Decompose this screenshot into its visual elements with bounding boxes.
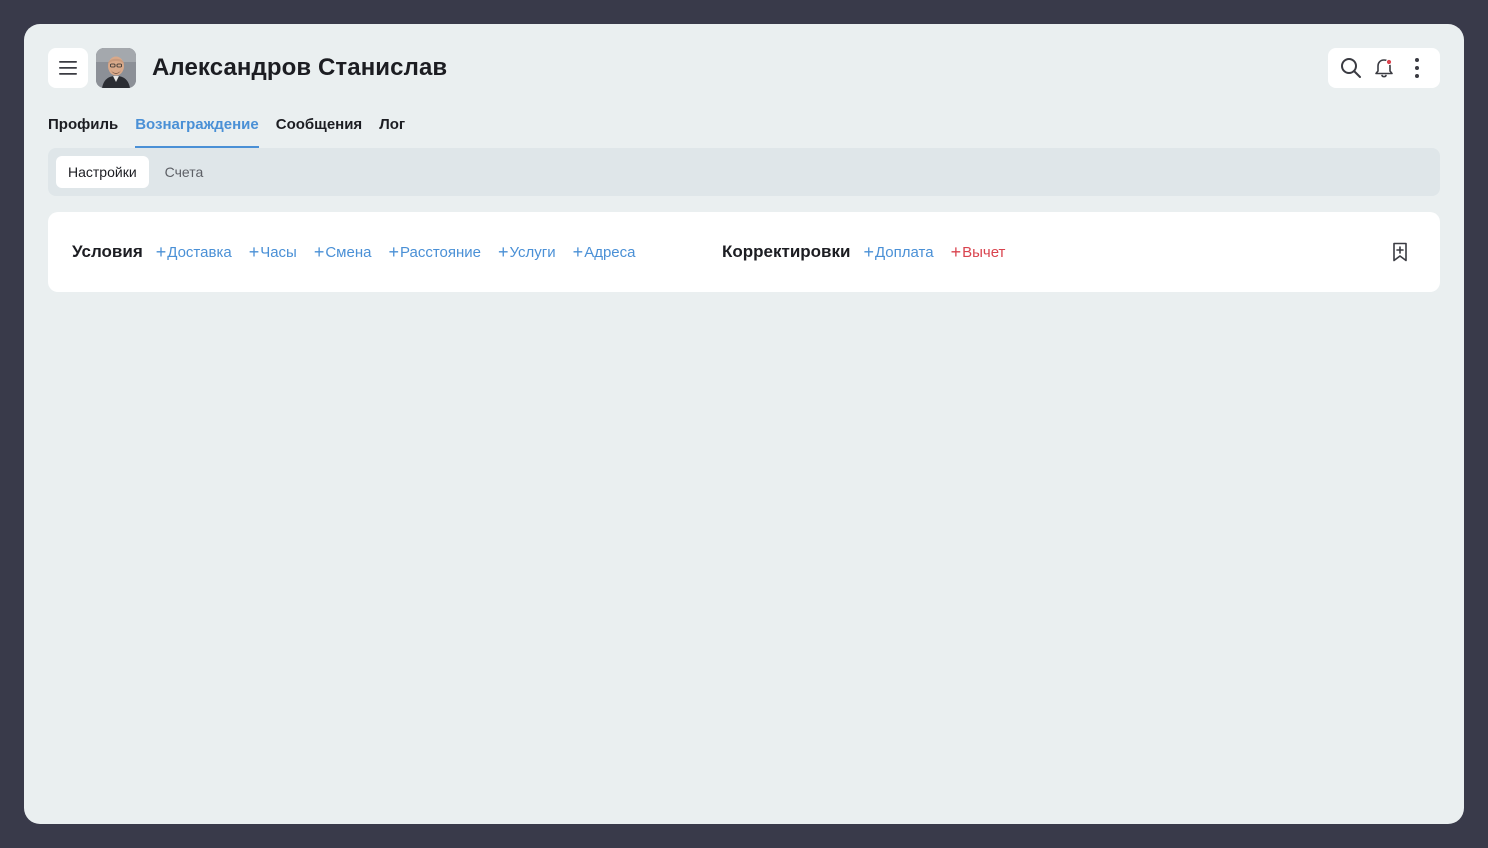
- plus-icon: +: [248, 242, 260, 262]
- add-hours-label: Часы: [260, 243, 297, 261]
- bookmark-add-icon: [1393, 242, 1407, 262]
- main-tabs: Профиль Вознаграждение Сообщения Лог: [48, 112, 405, 148]
- subtab-settings[interactable]: Настройки: [56, 156, 149, 188]
- bell-icon: [1375, 58, 1393, 78]
- user-photo-icon: [96, 48, 136, 88]
- notifications-button[interactable]: [1370, 54, 1398, 82]
- plus-icon: +: [863, 242, 874, 262]
- tab-messages[interactable]: Сообщения: [276, 112, 362, 148]
- add-delivery-button[interactable]: + Доставка: [156, 243, 232, 261]
- add-surcharge-label: Доплата: [874, 243, 934, 261]
- adjustments-title: Корректировки: [722, 242, 851, 261]
- add-services-button[interactable]: + Услуги: [498, 243, 556, 261]
- tab-profile[interactable]: Профиль: [48, 112, 118, 148]
- add-services-label: Услуги: [509, 243, 556, 261]
- hamburger-icon: [59, 61, 77, 75]
- add-distance-button[interactable]: + Расстояние: [388, 243, 481, 261]
- add-shift-button[interactable]: + Смена: [314, 243, 372, 261]
- add-surcharge-button[interactable]: + Доплата: [863, 243, 933, 261]
- tab-reward[interactable]: Вознаграждение: [135, 112, 259, 148]
- subtab-invoices[interactable]: Счета: [153, 156, 216, 188]
- bookmark-add-button[interactable]: [1388, 240, 1412, 264]
- add-deduction-button[interactable]: + Вычет: [951, 243, 1006, 261]
- plus-icon: +: [498, 242, 509, 262]
- conditions-group: Условия + Доставка + Часы + Смена + Расс…: [72, 212, 652, 292]
- plus-icon: +: [388, 242, 399, 262]
- add-shift-label: Смена: [325, 243, 372, 261]
- more-button[interactable]: [1403, 54, 1431, 82]
- page-title: Александров Станислав: [152, 54, 448, 81]
- add-distance-label: Расстояние: [399, 243, 482, 261]
- settings-panel: Условия + Доставка + Часы + Смена + Расс…: [48, 212, 1440, 292]
- add-hours-button[interactable]: + Часы: [249, 243, 297, 261]
- plus-icon: +: [950, 242, 962, 262]
- menu-button[interactable]: [48, 48, 88, 88]
- subtabs: Настройки Счета: [48, 148, 1440, 196]
- plus-icon: +: [572, 242, 584, 262]
- tab-log[interactable]: Лог: [379, 112, 405, 148]
- search-icon: [1340, 58, 1361, 78]
- add-addresses-button[interactable]: + Адреса: [573, 243, 636, 261]
- plus-icon: +: [313, 242, 325, 262]
- search-button[interactable]: [1337, 54, 1365, 82]
- plus-icon: +: [155, 242, 167, 262]
- adjustments-group: Корректировки + Доплата + Вычет: [722, 212, 1022, 292]
- avatar[interactable]: [96, 48, 136, 88]
- page-header: Александров Станислав: [48, 48, 1440, 88]
- add-delivery-label: Доставка: [167, 243, 232, 261]
- add-addresses-label: Адреса: [584, 243, 636, 261]
- add-deduction-label: Вычет: [962, 243, 1006, 261]
- conditions-title: Условия: [72, 242, 143, 261]
- header-actions: [1328, 48, 1440, 88]
- more-vertical-icon: [1415, 58, 1420, 78]
- app-window: Александров Станислав Профиль Вознагражд…: [24, 24, 1464, 824]
